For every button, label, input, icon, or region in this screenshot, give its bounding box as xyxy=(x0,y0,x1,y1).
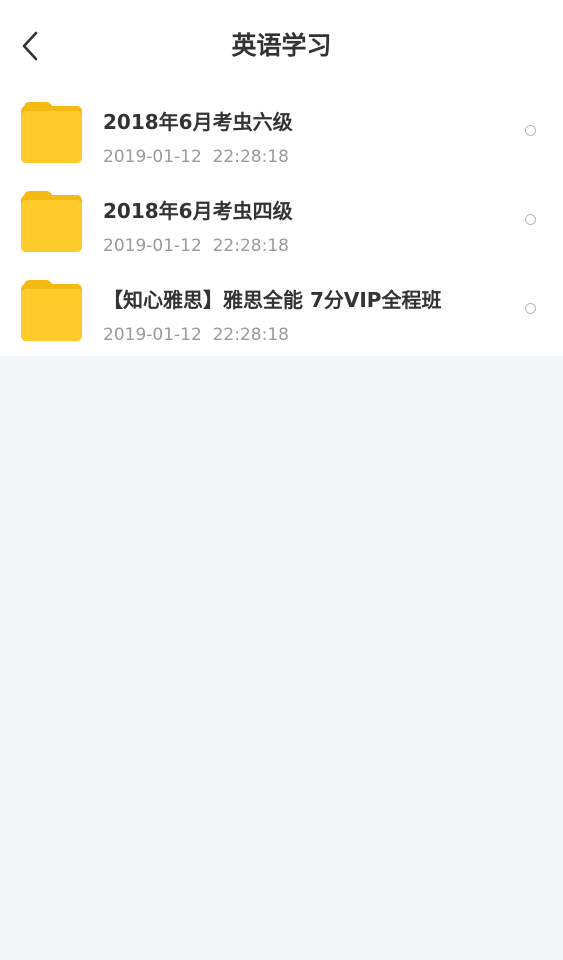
folder-icon xyxy=(21,280,82,341)
folder-name: 2018年6月考虫四级 xyxy=(103,199,293,223)
folder-icon xyxy=(21,102,82,163)
folder-list: 2018年6月考虫六级 2019-01-12 22:28:18 2018年6月考… xyxy=(0,90,563,356)
page-title: 英语学习 xyxy=(231,31,332,60)
select-radio[interactable] xyxy=(525,214,536,225)
list-item[interactable]: 2018年6月考虫六级 2019-01-12 22:28:18 xyxy=(0,90,563,179)
folder-date: 2019-01-12 22:28:18 xyxy=(103,325,289,345)
top-bar: 英语学习 xyxy=(0,0,563,90)
list-item[interactable]: 2018年6月考虫四级 2019-01-12 22:28:18 xyxy=(0,179,563,268)
select-radio[interactable] xyxy=(525,125,536,136)
folder-icon xyxy=(21,191,82,252)
folder-name: 2018年6月考虫六级 xyxy=(103,110,293,134)
select-radio[interactable] xyxy=(525,303,536,314)
folder-date: 2019-01-12 22:28:18 xyxy=(103,236,289,256)
list-item[interactable]: 【知心雅思】雅思全能 7分VIP全程班 2019-01-12 22:28:18 xyxy=(0,268,563,357)
folder-name: 【知心雅思】雅思全能 7分VIP全程班 xyxy=(103,288,442,312)
folder-date: 2019-01-12 22:28:18 xyxy=(103,147,289,167)
